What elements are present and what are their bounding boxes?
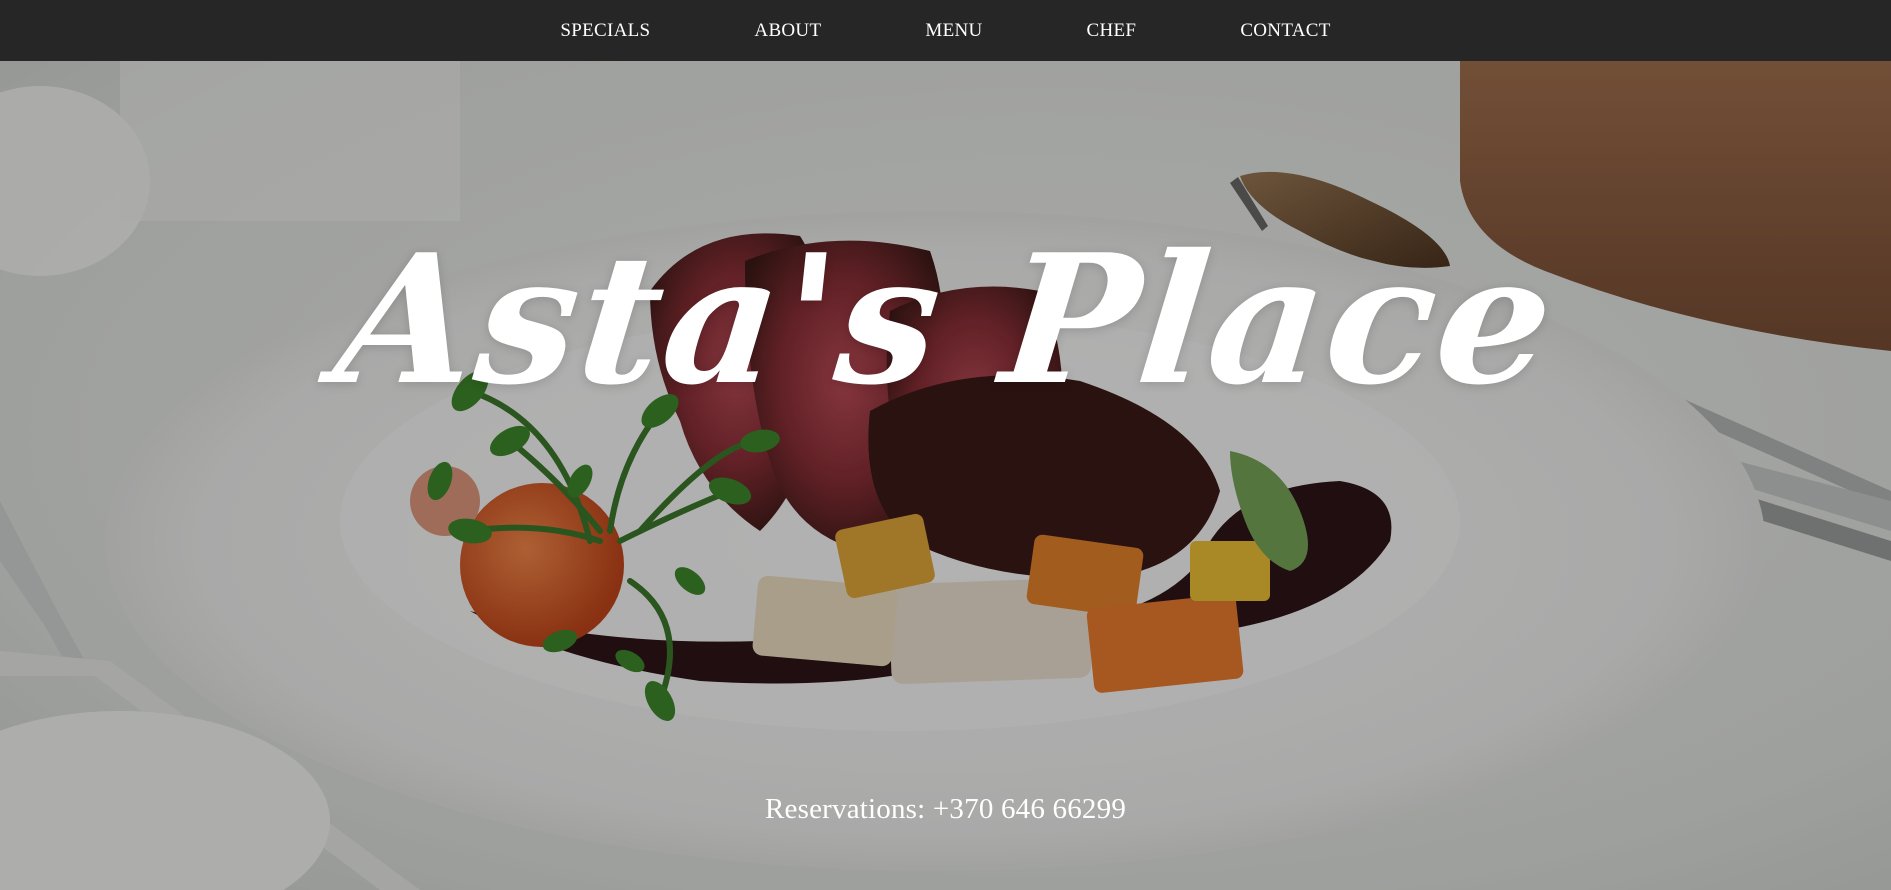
nav-item-contact[interactable]: CONTACT <box>1188 20 1382 41</box>
nav-item-about[interactable]: ABOUT <box>702 20 873 41</box>
reservations-text: Reservations: +370 646 66299 <box>764 793 1127 825</box>
hero-section: Asta's Place Reservations: +370 646 6629… <box>0 61 1891 890</box>
nav-menu: SPECIALS ABOUT MENU CHEF CONTACT <box>508 0 1382 61</box>
nav-item-chef[interactable]: CHEF <box>1035 20 1189 41</box>
nav-item-menu[interactable]: MENU <box>873 20 1034 41</box>
hero-background-image <box>0 61 1891 890</box>
nav-item-specials[interactable]: SPECIALS <box>508 20 702 41</box>
hero-title: Asta's Place <box>327 215 1565 424</box>
top-navigation-bar: SPECIALS ABOUT MENU CHEF CONTACT <box>0 0 1891 61</box>
